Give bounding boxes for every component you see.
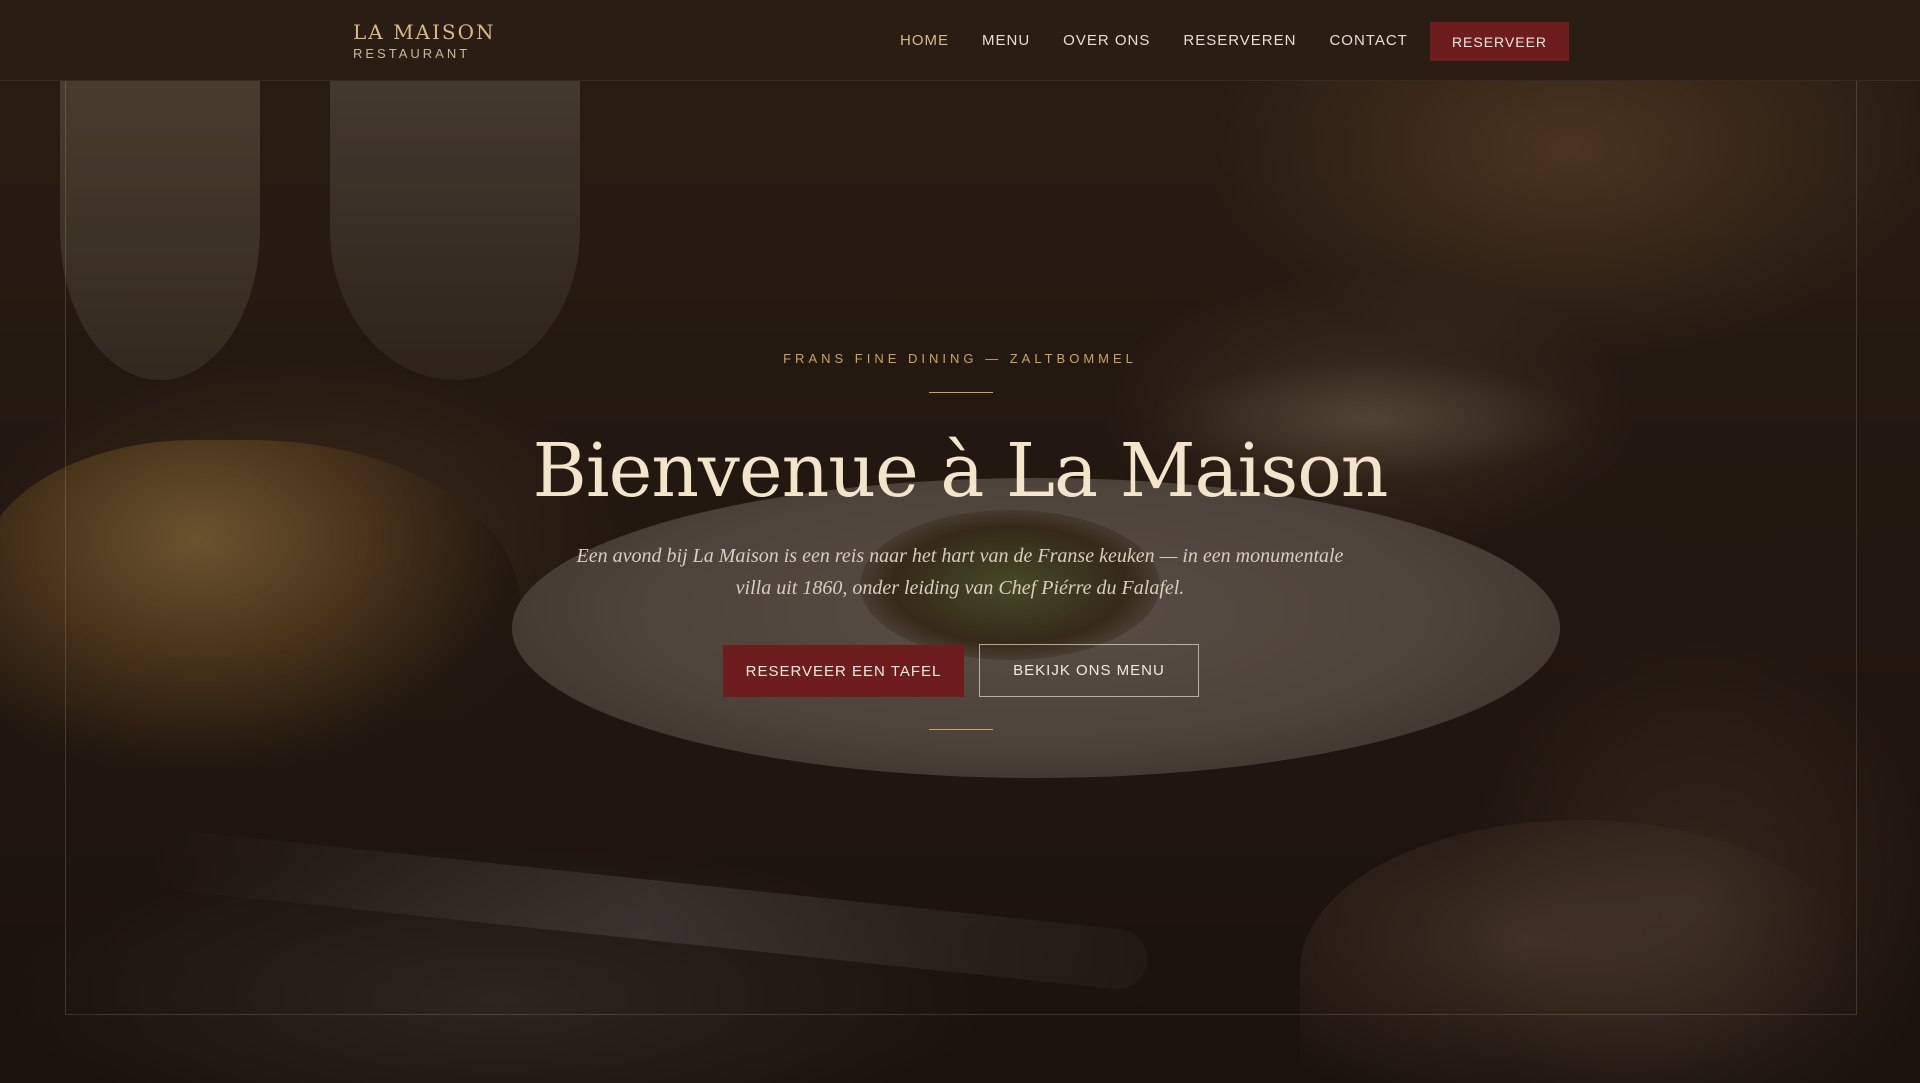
- hero-description: Een avond bij La Maison is een reis naar…: [576, 545, 1344, 599]
- view-menu-button[interactable]: BEKIJK ONS MENU: [979, 644, 1199, 697]
- reserve-button[interactable]: RESERVEER: [1430, 22, 1569, 61]
- divider: [929, 392, 993, 393]
- nav-links: HOME MENU OVER ONS RESERVEREN CONTACT: [900, 32, 1441, 49]
- nav-link-over-ons[interactable]: OVER ONS: [1063, 32, 1150, 49]
- brand-subtitle: RESTAURANT: [353, 46, 471, 61]
- brand-name: LA MAISON: [353, 20, 496, 44]
- navbar: LA MAISON RESTAURANT HOME MENU OVER ONS …: [0, 0, 1920, 81]
- divider: [929, 729, 993, 730]
- nav-link-menu[interactable]: MENU: [982, 32, 1030, 49]
- nav-link-reserveren[interactable]: RESERVEREN: [1183, 32, 1296, 49]
- nav-link-contact[interactable]: CONTACT: [1329, 32, 1407, 49]
- hero-title: Bienvenue à La Maison: [532, 428, 1389, 514]
- hero-eyebrow: FRANS FINE DINING — ZALTBOMMEL: [783, 351, 1137, 366]
- hero-section: FRANS FINE DINING — ZALTBOMMEL Bienvenue…: [0, 0, 1920, 1083]
- brand-logo[interactable]: LA MAISON RESTAURANT: [353, 20, 496, 61]
- nav-link-home[interactable]: HOME: [900, 32, 949, 49]
- reserve-table-button[interactable]: RESERVEER EEN TAFEL: [723, 645, 964, 697]
